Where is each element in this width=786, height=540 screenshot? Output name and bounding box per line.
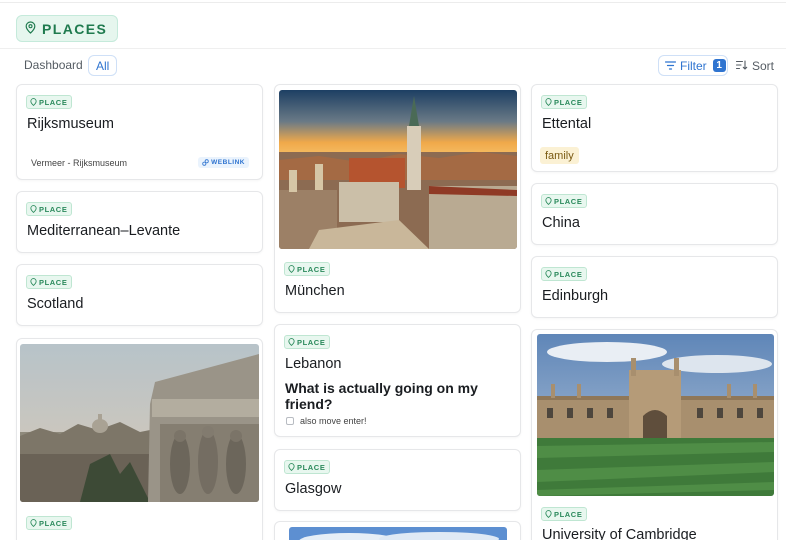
card-title: Rijksmuseum: [27, 116, 115, 132]
badge-text: PLACE: [554, 196, 583, 206]
places-button[interactable]: PLACES: [16, 15, 119, 42]
card-title: University of Cambridge: [542, 527, 697, 540]
map-pin-icon: [545, 98, 552, 106]
card-munchen[interactable]: PLACE München: [274, 84, 521, 313]
badge-text: PLACE: [297, 337, 326, 347]
card-image: [537, 334, 774, 496]
map-pin-icon: [30, 519, 37, 527]
card-title: Edinburgh: [542, 288, 609, 304]
place-badge: PLACE: [541, 95, 588, 109]
page-header: PLACES: [0, 3, 786, 49]
card-title: Glasgow: [285, 481, 342, 497]
place-badge: PLACE: [26, 516, 73, 530]
card-sky-partial[interactable]: [274, 521, 521, 540]
filter-label: Filter: [680, 58, 707, 73]
map-pin-icon: [288, 463, 295, 471]
card-glasgow[interactable]: PLACE Glasgow: [274, 449, 521, 511]
card-scotland[interactable]: PLACE Scotland: [16, 264, 263, 326]
card-edinburgh[interactable]: PLACE Edinburgh: [531, 256, 778, 318]
breadcrumb[interactable]: Dashboard: [24, 58, 83, 72]
map-pin-icon: [30, 278, 37, 286]
place-badge: PLACE: [541, 267, 588, 281]
badge-text: PLACE: [39, 204, 68, 214]
card-image: [279, 90, 517, 249]
view-chip-all[interactable]: All: [88, 55, 118, 76]
badge-text: PLACE: [554, 97, 583, 107]
sort-icon: [735, 59, 748, 73]
toolbar: Dashboard All Filter 1 Sort: [0, 54, 786, 78]
weblink-row[interactable]: Vermeer - Rijksmuseum WEBLINK: [27, 154, 251, 172]
badge-text: PLACE: [39, 97, 68, 107]
weblink-text: Vermeer - Rijksmuseum: [31, 158, 128, 168]
card-title: China: [542, 215, 580, 231]
weblink-badge: WEBLINK: [198, 157, 249, 168]
todo-item[interactable]: also move enter!: [286, 416, 367, 426]
todo-checkbox[interactable]: [286, 417, 294, 425]
place-badge: PLACE: [284, 460, 331, 474]
place-badge: PLACE: [26, 275, 73, 289]
card-ettental[interactable]: PLACE Ettental family: [531, 84, 778, 172]
card-image: [289, 527, 507, 540]
card-title: Ettental: [542, 116, 592, 132]
map-pin-icon: [545, 270, 552, 278]
filter-count-badge: 1: [712, 59, 726, 72]
place-badge: PLACE: [541, 507, 588, 521]
card-cambridge[interactable]: PLACE University of Cambridge: [531, 329, 778, 540]
card-rome[interactable]: PLACE: [16, 338, 263, 540]
map-pin-icon: [25, 20, 42, 37]
sort-button[interactable]: Sort: [735, 56, 775, 76]
card-title: Mediterranean–Levante: [27, 223, 181, 239]
map-pin-icon: [30, 205, 37, 213]
map-pin-icon: [288, 338, 295, 346]
tag-family[interactable]: family: [540, 147, 579, 164]
filter-button[interactable]: Filter 1: [658, 55, 728, 76]
place-badge: PLACE: [284, 335, 331, 349]
card-mediterranean[interactable]: PLACE Mediterranean–Levante: [16, 191, 263, 253]
card-title: Scotland: [27, 296, 84, 312]
badge-text: PLACE: [297, 462, 326, 472]
card-image: [20, 344, 259, 502]
place-badge: PLACE: [26, 95, 73, 109]
note-heading: What is actually going on my friend?: [285, 380, 478, 412]
badge-text: PLACE: [39, 518, 68, 528]
card-title: Lebanon: [285, 356, 342, 372]
map-pin-icon: [545, 197, 552, 205]
badge-text: PLACE: [297, 264, 326, 274]
place-badge: PLACE: [26, 202, 73, 216]
map-pin-icon: [30, 98, 37, 106]
weblink-badge-text: WEBLINK: [211, 159, 245, 166]
place-badge: PLACE: [284, 262, 331, 276]
card-title: München: [285, 283, 345, 299]
link-icon: [202, 159, 209, 166]
map-pin-icon: [288, 265, 295, 273]
places-title: PLACES: [42, 20, 108, 37]
card-rijksmuseum[interactable]: PLACE Rijksmuseum Vermeer - Rijksmuseum …: [16, 84, 263, 180]
card-lebanon[interactable]: PLACE Lebanon What is actually going on …: [274, 324, 521, 437]
sort-label: Sort: [752, 59, 775, 73]
badge-text: PLACE: [554, 509, 583, 519]
badge-text: PLACE: [554, 269, 583, 279]
map-pin-icon: [545, 510, 552, 518]
todo-text: also move enter!: [300, 416, 367, 426]
filter-icon: [664, 59, 677, 73]
card-china[interactable]: PLACE China: [531, 183, 778, 245]
place-badge: PLACE: [541, 194, 588, 208]
badge-text: PLACE: [39, 277, 68, 287]
